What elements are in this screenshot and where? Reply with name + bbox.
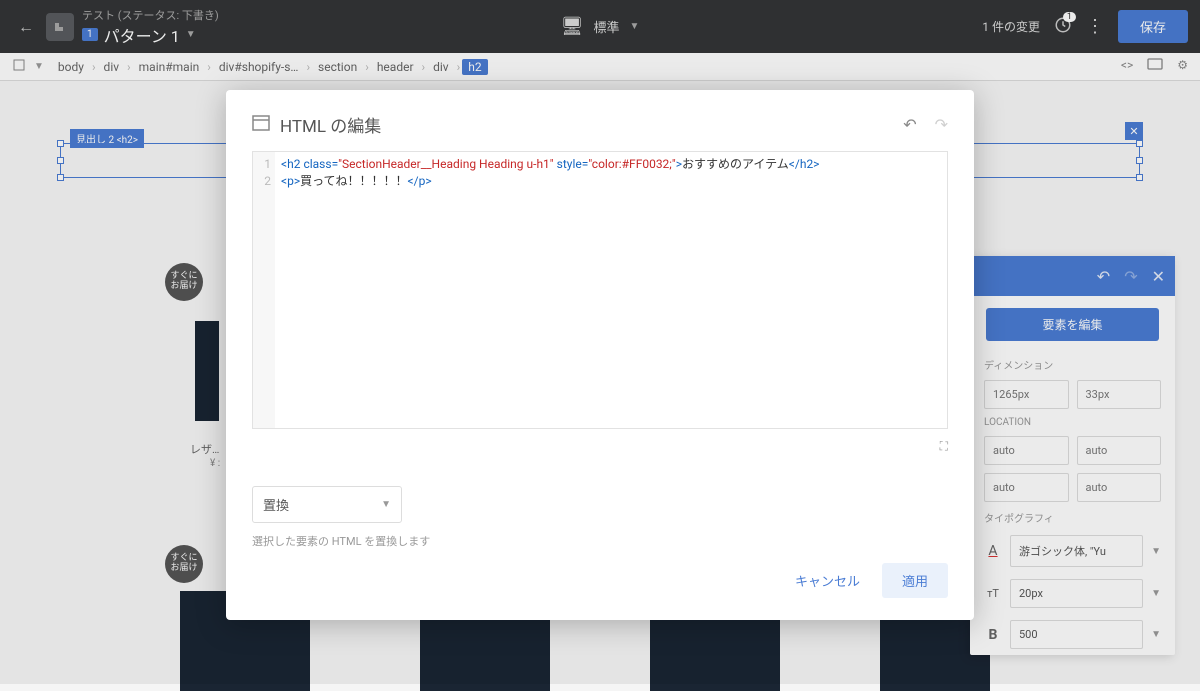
undo-icon[interactable]: ↶ — [903, 115, 916, 134]
code-editor[interactable]: 12 <h2 class="SectionHeader__Heading Hea… — [252, 151, 948, 429]
mode-description: 選択した要素の HTML を置換します — [252, 533, 948, 549]
apply-button[interactable]: 適用 — [882, 563, 948, 598]
fullscreen-icon[interactable]: ⛶ — [252, 439, 948, 454]
modal-footer: キャンセル 適用 — [252, 563, 948, 598]
redo-icon[interactable]: ↷ — [935, 115, 948, 134]
line-gutter: 12 — [253, 152, 275, 428]
cancel-button[interactable]: キャンセル — [781, 563, 874, 598]
modal-title: HTML の編集 — [280, 112, 381, 137]
modal-header: HTML の編集 ↶ ↷ — [252, 112, 948, 137]
modal-backdrop[interactable]: HTML の編集 ↶ ↷ 12 <h2 class="SectionHeader… — [0, 0, 1200, 684]
html-edit-modal: HTML の編集 ↶ ↷ 12 <h2 class="SectionHeader… — [226, 90, 974, 620]
code-body[interactable]: <h2 class="SectionHeader__Heading Headin… — [275, 152, 947, 428]
mode-select-value: 置換 — [263, 495, 289, 514]
chevron-down-icon: ▼ — [381, 499, 391, 510]
page-icon — [252, 115, 270, 135]
mode-select[interactable]: 置換 ▼ — [252, 486, 402, 523]
